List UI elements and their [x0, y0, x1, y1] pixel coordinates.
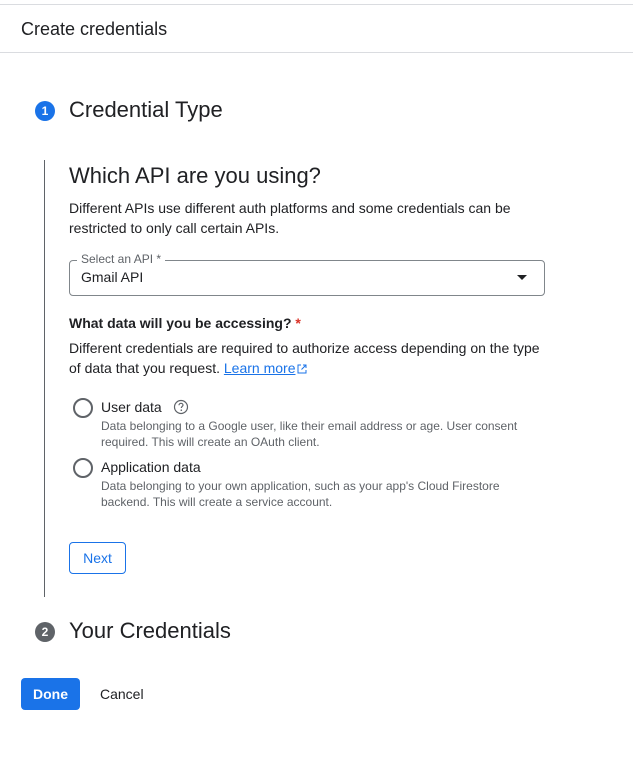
done-button[interactable]: Done: [21, 678, 80, 710]
step-2-title: Your Credentials: [69, 618, 231, 643]
step-connector-line: [44, 160, 45, 597]
cancel-button[interactable]: Cancel: [100, 678, 144, 710]
step-2-badge: 2: [35, 622, 55, 642]
api-select-label: Select an API *: [77, 252, 166, 266]
caret-down-icon[interactable]: [517, 275, 527, 280]
dialog-title: Create credentials: [21, 19, 168, 39]
open-in-new-icon[interactable]: [297, 364, 307, 374]
user-data-radio[interactable]: [73, 398, 93, 418]
application-data-radio[interactable]: [73, 458, 93, 478]
application-data-label[interactable]: Application data: [101, 459, 201, 475]
data-question-title: What data will you be accessing? *: [69, 315, 301, 331]
dialog-header: Create credentials: [0, 5, 633, 53]
api-section-title: Which API are you using?: [69, 163, 321, 188]
step-1-title: Credential Type: [69, 97, 223, 122]
data-question-description: Different credentials are required to au…: [69, 338, 549, 378]
user-data-description: Data belonging to a Google user, like th…: [101, 419, 518, 449]
api-select-value[interactable]: Gmail API: [81, 269, 143, 285]
user-data-label[interactable]: User data: [101, 399, 162, 415]
application-data-description: Data belonging to your own application, …: [101, 479, 500, 509]
help-circle-icon[interactable]: [173, 399, 189, 415]
next-button[interactable]: Next: [69, 542, 126, 574]
learn-more-link[interactable]: Learn more: [224, 360, 296, 376]
data-question-text: What data will you be accessing?: [69, 315, 292, 331]
required-mark: *: [295, 315, 301, 331]
api-section-description: Different APIs use different auth platfo…: [69, 200, 511, 236]
step-1-badge: 1: [35, 101, 55, 121]
